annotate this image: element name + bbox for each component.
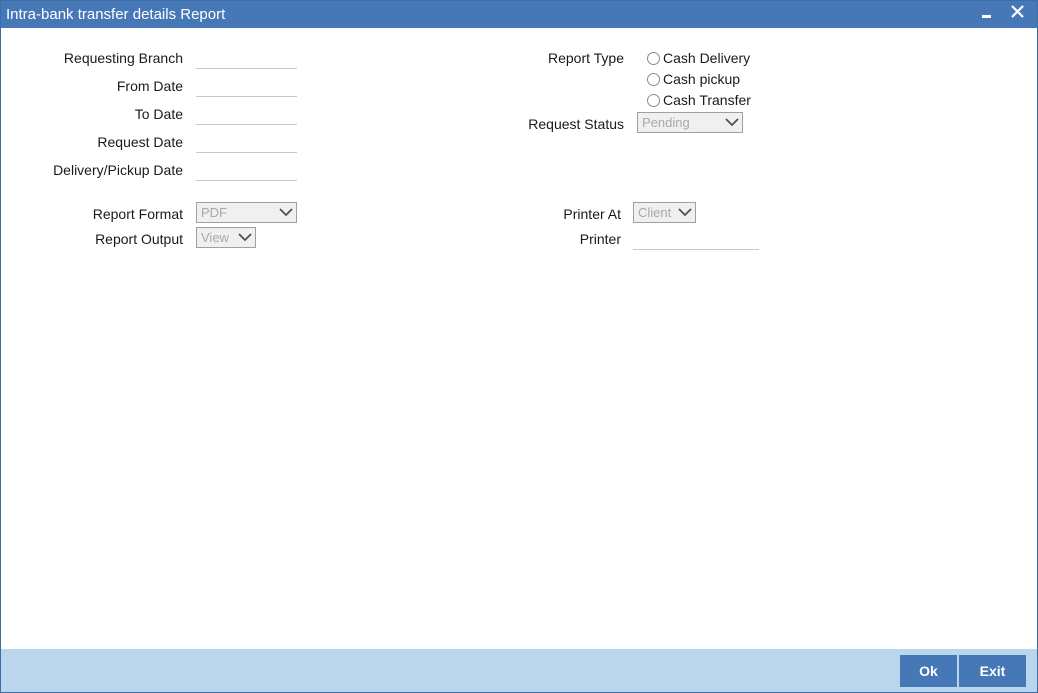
printer-label: Printer xyxy=(579,231,621,247)
radio-cash-pickup[interactable]: Cash pickup xyxy=(647,71,757,89)
radio-cash-transfer[interactable]: Cash Transfer xyxy=(647,92,757,110)
title-bar: Intra-bank transfer details Report xyxy=(1,1,1037,28)
radio-circle-icon xyxy=(647,52,660,65)
delivery-pickup-date-label: Delivery/Pickup Date xyxy=(53,162,183,178)
radio-cash-pickup-label: Cash pickup xyxy=(663,71,741,87)
report-output-value: View xyxy=(201,230,229,245)
report-format-label: Report Format xyxy=(92,206,183,222)
requesting-branch-input[interactable] xyxy=(196,49,297,69)
chevron-down-icon xyxy=(678,208,692,217)
radio-circle-icon xyxy=(647,94,660,107)
chevron-down-icon xyxy=(279,208,293,217)
close-icon[interactable] xyxy=(1007,3,1029,25)
chevron-down-icon xyxy=(725,118,739,127)
request-date-label: Request Date xyxy=(97,134,183,150)
from-date-label: From Date xyxy=(116,78,183,94)
delivery-pickup-date-input[interactable] xyxy=(196,161,297,181)
report-format-select[interactable]: PDF xyxy=(196,202,297,223)
from-date-input[interactable] xyxy=(196,77,297,97)
printer-at-value: Client xyxy=(638,205,672,220)
report-output-select[interactable]: View xyxy=(196,227,256,248)
report-type-label: Report Type xyxy=(547,50,624,66)
printer-at-select[interactable]: Client xyxy=(633,202,696,223)
request-status-select[interactable]: Pending xyxy=(637,112,743,133)
radio-cash-delivery[interactable]: Cash Delivery xyxy=(647,50,757,68)
report-output-label: Report Output xyxy=(95,231,183,247)
radio-circle-icon xyxy=(647,73,660,86)
radio-cash-delivery-label: Cash Delivery xyxy=(663,50,751,66)
footer-bar: Ok Exit xyxy=(1,649,1037,692)
ok-button[interactable]: Ok xyxy=(900,655,957,687)
window-title: Intra-bank transfer details Report xyxy=(6,6,226,23)
request-status-value: Pending xyxy=(642,115,690,130)
printer-at-label: Printer At xyxy=(563,206,621,222)
to-date-label: To Date xyxy=(134,106,183,122)
radio-cash-transfer-label: Cash Transfer xyxy=(663,92,751,108)
chevron-down-icon xyxy=(238,233,252,242)
report-format-value: PDF xyxy=(201,205,227,220)
printer-input[interactable] xyxy=(633,230,759,250)
minimize-icon[interactable] xyxy=(976,3,998,25)
requesting-branch-label: Requesting Branch xyxy=(63,50,183,66)
request-date-input[interactable] xyxy=(196,133,297,153)
request-status-label: Request Status xyxy=(528,116,624,132)
exit-button[interactable]: Exit xyxy=(959,655,1026,687)
report-window: Intra-bank transfer details Report Reque… xyxy=(0,0,1038,693)
to-date-input[interactable] xyxy=(196,105,297,125)
